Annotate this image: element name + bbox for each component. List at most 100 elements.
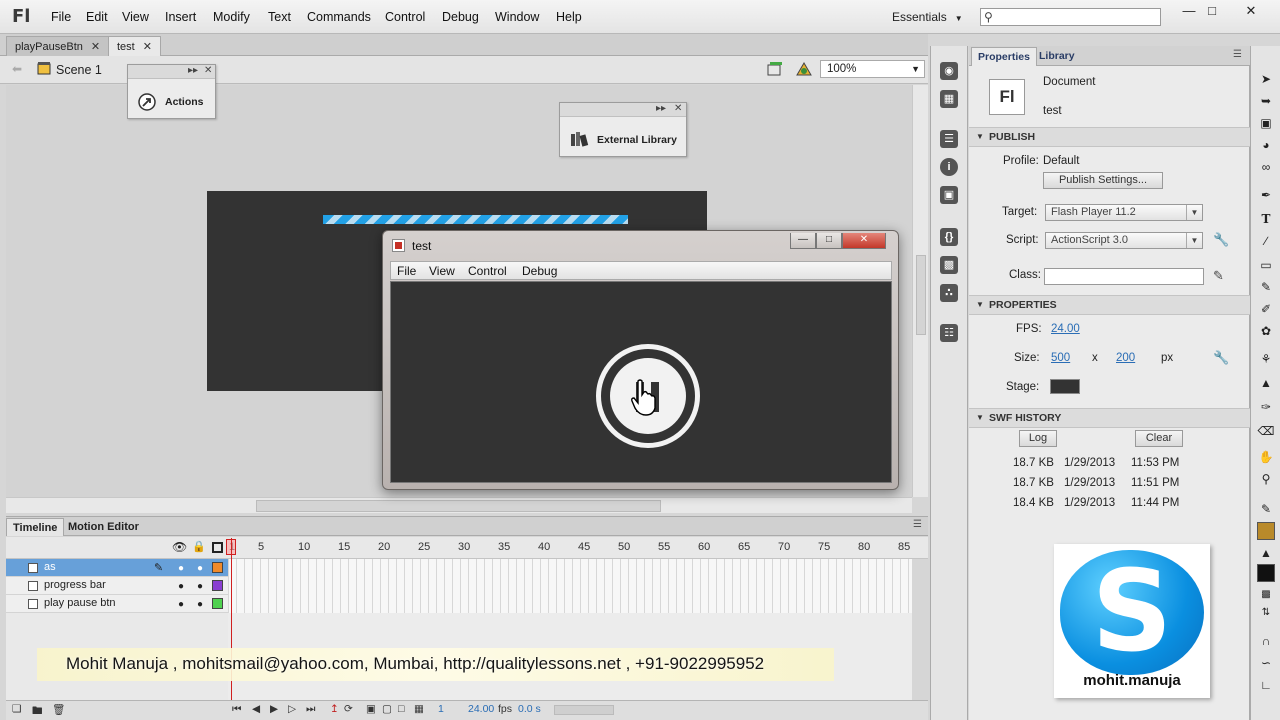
stroke-color-icon[interactable]: ✎ — [1257, 500, 1275, 518]
menu-debug[interactable]: Debug — [442, 10, 479, 24]
visibility-dot[interactable]: ● — [178, 563, 184, 574]
new-folder-icon[interactable]: 🖿 — [32, 703, 43, 720]
menu-edit[interactable]: Edit — [86, 10, 108, 24]
scroll-thumb[interactable] — [916, 255, 926, 335]
menu-file[interactable]: File — [51, 10, 71, 24]
wrench-icon[interactable]: 🔧 — [1213, 232, 1229, 248]
info-icon[interactable]: i — [940, 158, 958, 176]
workspace-switcher[interactable]: Essentials ▼ — [892, 10, 963, 24]
horizontal-scrollbar[interactable] — [6, 497, 912, 513]
vertical-scrollbar[interactable] — [912, 85, 928, 497]
scene-label[interactable]: Scene 1 — [56, 63, 102, 77]
black-white-icon[interactable]: ▩ — [1257, 586, 1275, 604]
log-button[interactable]: Log — [1019, 430, 1057, 447]
3d-rotation-tool-icon[interactable]: ◕ — [1257, 136, 1275, 154]
menu-help[interactable]: Help — [556, 10, 582, 24]
menu-control[interactable]: Control — [385, 10, 425, 24]
properties-section-header[interactable]: PROPERTIES — [969, 295, 1250, 315]
visibility-dot[interactable]: ● — [178, 581, 184, 592]
new-layer-icon[interactable]: ❏ — [12, 703, 21, 715]
text-tool-icon[interactable]: T — [1257, 210, 1275, 228]
zoom-select[interactable]: 100% ▼ — [820, 60, 925, 78]
eye-icon[interactable]: 👁 — [172, 540, 187, 554]
panel-header[interactable]: ▸▸ ✕ — [560, 103, 686, 117]
loop-icon[interactable]: ⟳ — [344, 703, 353, 715]
player-menu-debug[interactable]: Debug — [522, 264, 557, 278]
code-snippets-icon[interactable]: {} — [940, 228, 958, 246]
menu-insert[interactable]: Insert — [165, 10, 196, 24]
edit-multiple-icon[interactable]: □ — [398, 703, 404, 715]
selection-tool-icon[interactable]: ➤ — [1257, 70, 1275, 88]
menu-window[interactable]: Window — [495, 10, 539, 24]
menu-view[interactable]: View — [122, 10, 149, 24]
align-icon[interactable]: ☰ — [940, 130, 958, 148]
back-arrow-icon[interactable]: ⬅ — [12, 62, 22, 76]
close-icon[interactable]: ✕ — [674, 103, 682, 114]
close-icon[interactable]: ✕ — [204, 65, 212, 76]
outline-icon[interactable] — [212, 542, 223, 553]
center-frame-icon[interactable]: ↥ — [330, 703, 339, 715]
pencil-icon[interactable]: ✎ — [1213, 268, 1224, 284]
tab-playpausebtn[interactable]: playPauseBtn ✕ — [6, 36, 110, 56]
brush-tool-icon[interactable]: ✐ — [1257, 300, 1275, 318]
hand-tool-icon[interactable]: ✋ — [1257, 448, 1275, 466]
maximize-button[interactable]: □ — [1201, 4, 1223, 18]
eyedropper-tool-icon[interactable]: ✑ — [1257, 398, 1275, 416]
lock-dot[interactable]: ● — [197, 563, 203, 574]
tab-timeline[interactable]: Timeline — [6, 518, 65, 536]
close-icon[interactable]: ✕ — [91, 41, 100, 53]
zoom-tool-icon[interactable]: ⚲ — [1257, 470, 1275, 488]
eraser-tool-icon[interactable]: ⌫ — [1257, 422, 1275, 440]
layer-color-swatch[interactable] — [212, 562, 223, 573]
step-back-icon[interactable]: ◀ — [252, 703, 260, 715]
lock-icon[interactable]: 🔒 — [192, 540, 206, 553]
straighten-icon[interactable]: ∟ — [1257, 676, 1275, 694]
play-icon[interactable]: ▶ — [270, 703, 278, 715]
swatches-icon[interactable]: ▦ — [940, 90, 958, 108]
menu-text[interactable]: Text — [268, 10, 291, 24]
script-select[interactable]: ActionScript 3.0 ▼ — [1045, 232, 1203, 249]
progress-bar[interactable] — [323, 215, 628, 224]
tab-motion-editor[interactable]: Motion Editor — [62, 518, 145, 536]
search-input[interactable]: ⚲ — [980, 8, 1161, 26]
color-panel-icon[interactable]: ◉ — [940, 62, 958, 80]
markers-icon[interactable]: ▦ — [414, 703, 424, 715]
timeline-frames[interactable] — [228, 559, 912, 613]
panel-menu-icon[interactable]: ☰ — [913, 519, 922, 530]
timeline-hscroll[interactable] — [554, 705, 614, 715]
stage-color-swatch[interactable] — [1050, 379, 1080, 394]
scroll-thumb[interactable] — [256, 500, 661, 512]
fps-value[interactable]: 24.00 — [1051, 323, 1080, 335]
publish-section-header[interactable]: PUBLISH — [969, 127, 1250, 147]
lock-dot[interactable]: ● — [197, 599, 203, 610]
wrench-icon[interactable]: 🔧 — [1213, 350, 1229, 366]
swf-history-section-header[interactable]: SWF HISTORY — [969, 408, 1250, 428]
frame-rate[interactable]: 24.00 — [468, 703, 494, 715]
minimize-button[interactable]: — — [790, 233, 816, 249]
expand-icon[interactable]: ▸▸ — [188, 65, 198, 76]
clear-button[interactable]: Clear — [1135, 430, 1183, 447]
deco-tool-icon[interactable]: ✿ — [1257, 322, 1275, 340]
project-icon[interactable]: ☷ — [940, 324, 958, 342]
fill-color-swatch[interactable] — [1257, 564, 1275, 582]
pencil-tool-icon[interactable]: ✎ — [1257, 278, 1275, 296]
current-frame[interactable]: 1 — [438, 703, 444, 715]
stage-height[interactable]: 200 — [1116, 352, 1135, 364]
snap-magnet-icon[interactable]: ∩ — [1257, 632, 1275, 650]
smooth-icon[interactable]: ∽ — [1257, 654, 1275, 672]
transform-icon[interactable]: ▣ — [940, 186, 958, 204]
bone-tool-icon[interactable]: ⚘ — [1257, 350, 1275, 368]
onion-skin-icon[interactable]: ▣ — [366, 703, 376, 715]
external-library-label[interactable]: External Library — [597, 134, 677, 146]
player-menu-file[interactable]: File — [397, 264, 416, 278]
layer-name[interactable]: play pause btn — [44, 597, 116, 609]
pen-tool-icon[interactable]: ✒ — [1257, 186, 1275, 204]
minimize-button[interactable]: — — [1178, 4, 1200, 18]
free-transform-tool-icon[interactable]: ▣ — [1257, 114, 1275, 132]
stage-width[interactable]: 500 — [1051, 352, 1070, 364]
layer-row-play-pause-btn[interactable]: play pause btn ● ● — [6, 595, 228, 613]
onion-outline-icon[interactable]: ▢ — [382, 703, 392, 715]
menu-modify[interactable]: Modify — [213, 10, 250, 24]
expand-icon[interactable]: ▸▸ — [656, 103, 666, 114]
menu-commands[interactable]: Commands — [307, 10, 371, 24]
